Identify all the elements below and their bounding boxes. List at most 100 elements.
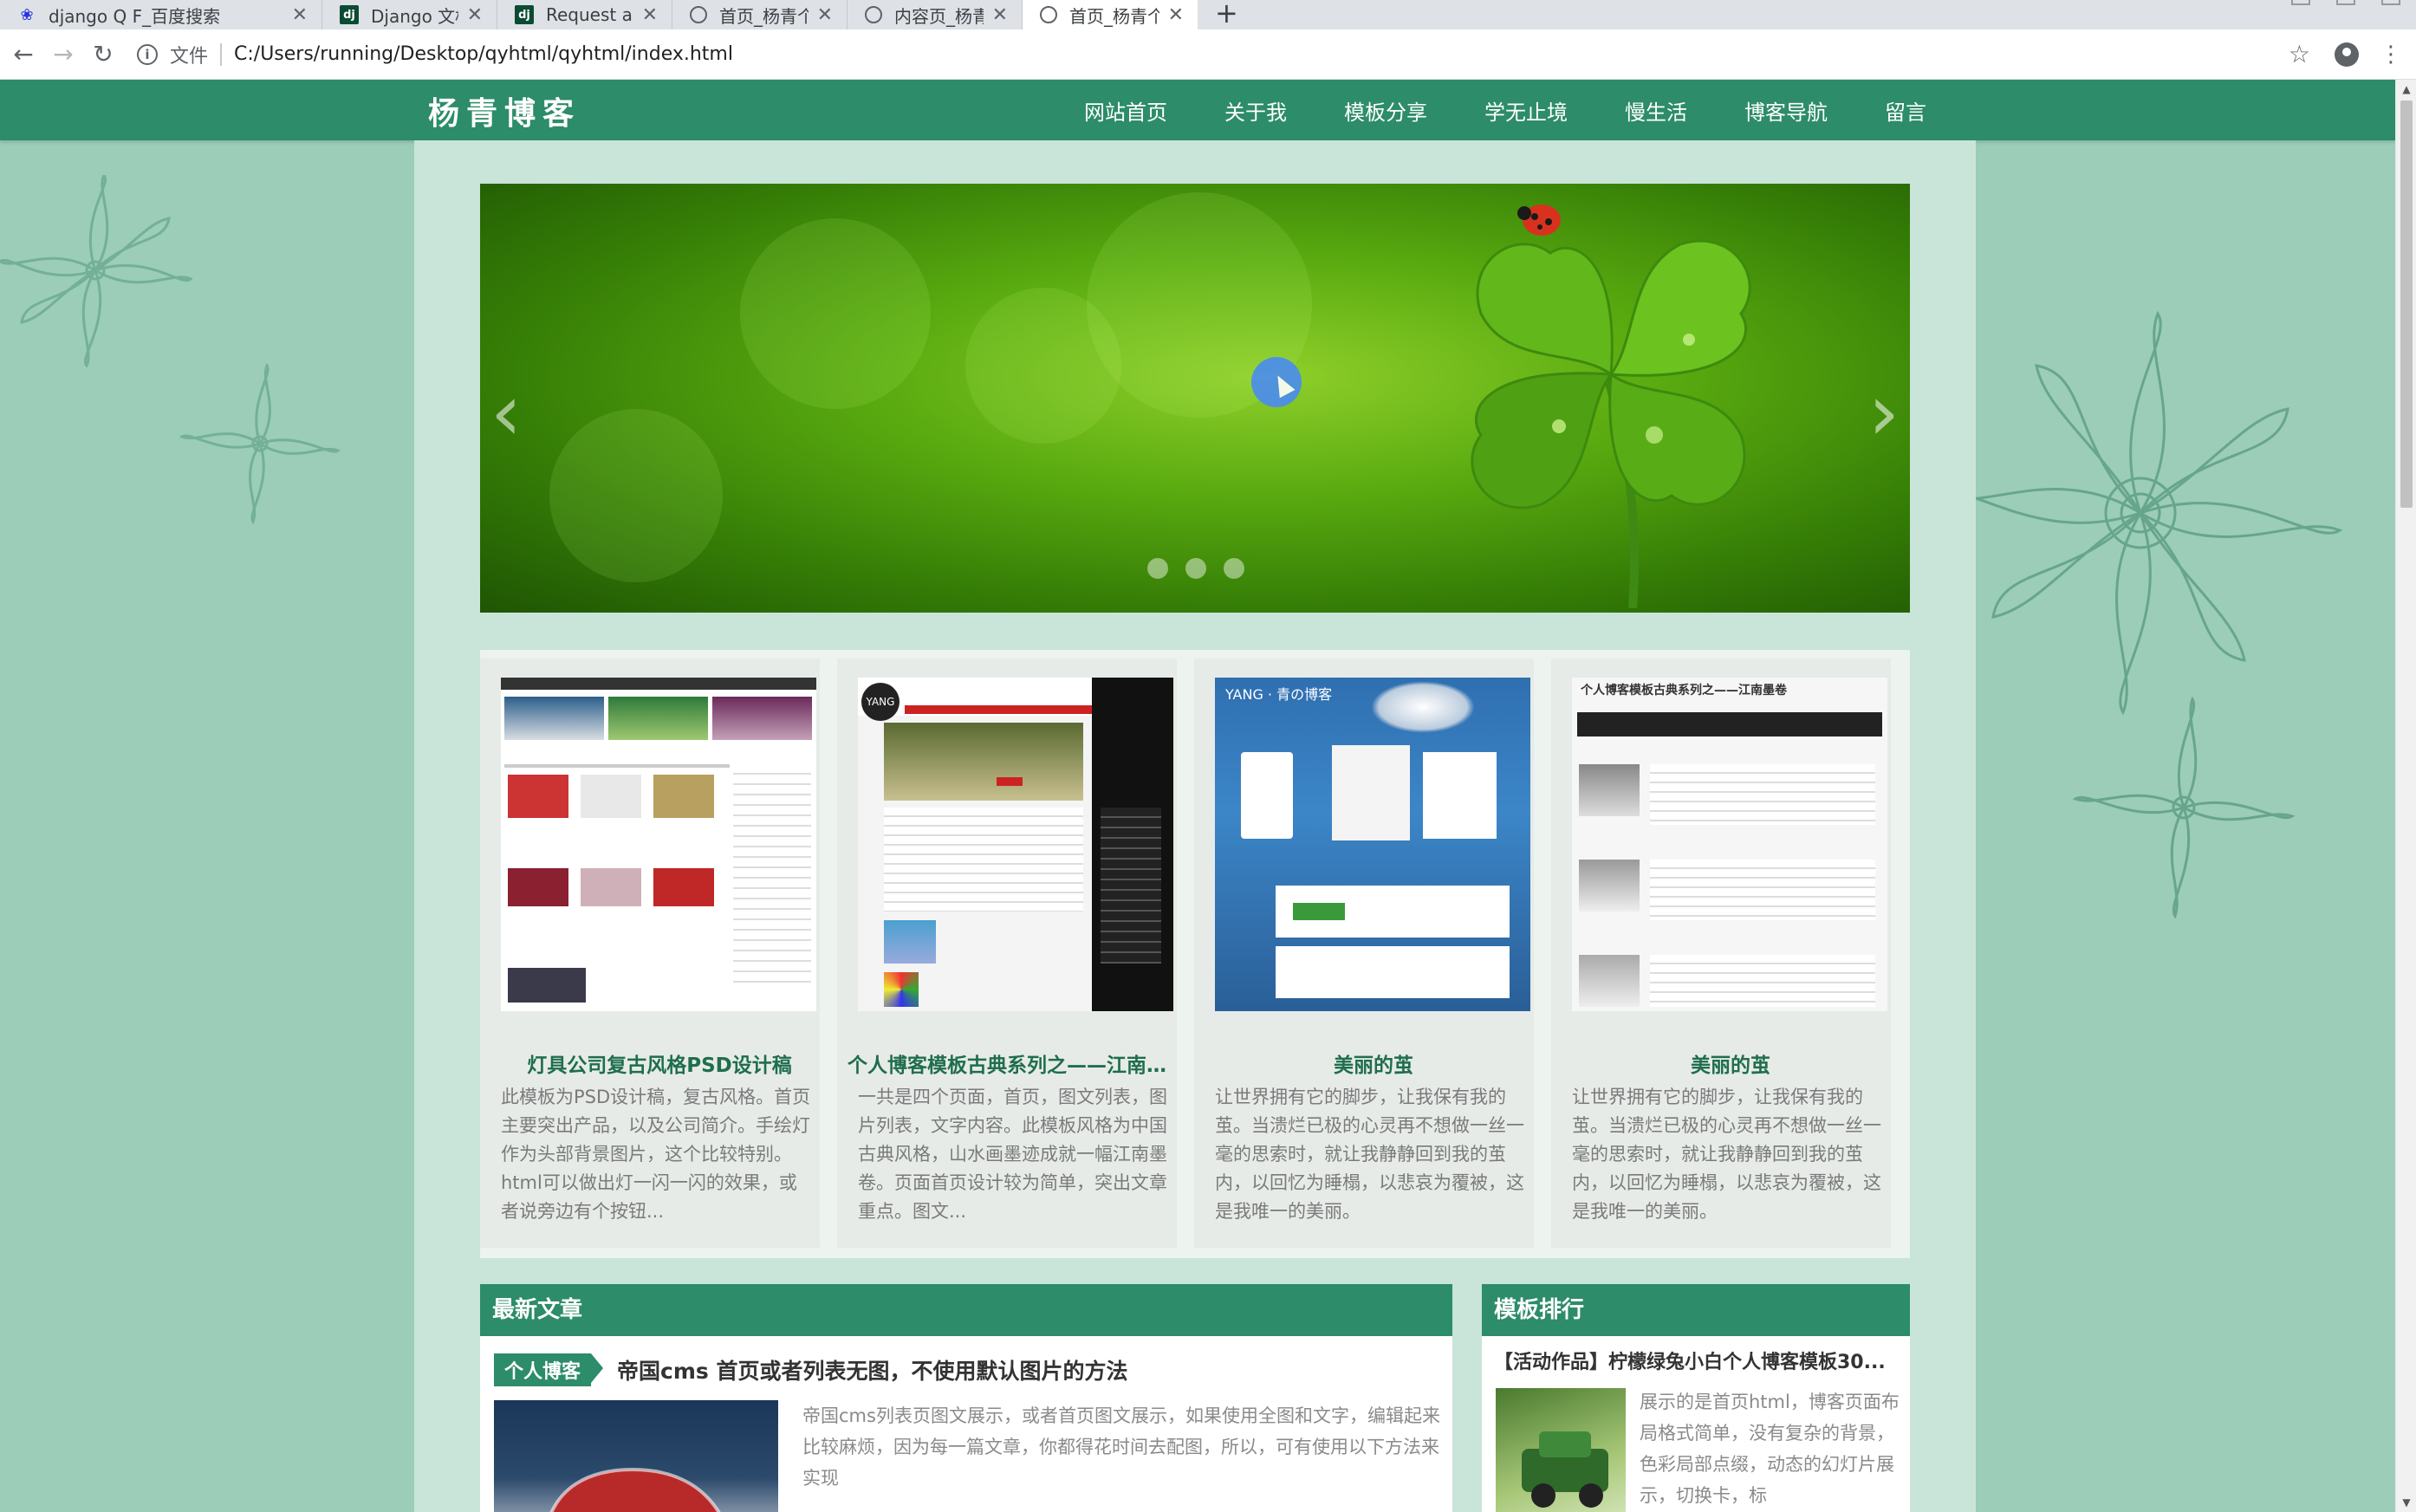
flower-decoration-icon xyxy=(179,362,341,525)
card-title[interactable]: 个人博客模板古典系列之——江南墨... xyxy=(848,1048,1185,1078)
ranking-top-title[interactable]: 【活动作品】柠檬绿兔小白个人博客模板30... xyxy=(1494,1347,1901,1374)
mock-sidebar xyxy=(733,764,811,990)
thumbnail-mockup xyxy=(501,678,816,1011)
reload-button[interactable]: ↻ xyxy=(87,38,120,71)
reload-icon: ↻ xyxy=(93,40,114,68)
nav-item-templates[interactable]: 模板分享 xyxy=(1315,95,1456,126)
template-thumbnail[interactable]: 个人博客模板古典系列之——江南墨卷 xyxy=(1572,678,1887,1011)
category-tag[interactable]: 个人博客 xyxy=(494,1353,604,1386)
site-header: 杨青博客 网站首页 关于我 模板分享 学无止境 慢生活 博客导航 留言 xyxy=(0,80,2395,140)
nav-item-messages[interactable]: 留言 xyxy=(1856,95,1955,126)
url-text[interactable]: C:/Users/running/Desktop/qyhtml/qyhtml/i… xyxy=(234,43,733,65)
scroll-down-icon[interactable]: ▼ xyxy=(2396,1496,2416,1509)
scrollbar-thumb[interactable] xyxy=(2400,101,2413,508)
back-button[interactable]: ← xyxy=(7,38,40,71)
nav-item-blog-nav[interactable]: 博客导航 xyxy=(1716,95,1856,126)
mock-image xyxy=(581,868,641,906)
main-nav: 网站首页 关于我 模板分享 学无止境 慢生活 博客导航 留言 xyxy=(1055,80,1955,140)
close-window-icon[interactable] xyxy=(2381,0,2400,5)
template-card[interactable]: 个人博客模板古典系列之——江南墨卷 美丽的茧 让世界拥有它的脚步，让我保有我的茧… xyxy=(1551,659,1891,1248)
tab-title: 首页_杨青个人博客 - 一个站在w xyxy=(719,5,809,27)
maximize-icon[interactable] xyxy=(2336,0,2355,5)
banner-slider[interactable]: ‹ › xyxy=(480,184,1910,613)
nav-item-about[interactable]: 关于我 xyxy=(1196,95,1315,126)
close-tab-icon[interactable]: ✕ xyxy=(642,4,658,26)
kebab-menu-icon[interactable]: ⋮ xyxy=(2380,43,2402,66)
close-tab-icon[interactable]: ✕ xyxy=(992,4,1008,26)
mock-image xyxy=(508,968,586,1003)
browser-tab[interactable]: 首页_杨青个人博客 - 一个站在w ✕ xyxy=(672,0,848,29)
close-tab-icon[interactable]: ✕ xyxy=(1168,4,1184,26)
slider-next-arrow[interactable]: › xyxy=(1868,374,1900,452)
address-bar[interactable]: i 文件 C:/Users/running/Desktop/qyhtml/qyh… xyxy=(137,36,2289,74)
nav-item-learning[interactable]: 学无止境 xyxy=(1456,95,1596,126)
mock-nav xyxy=(1577,712,1882,737)
globe-icon xyxy=(865,6,882,23)
close-tab-icon[interactable]: ✕ xyxy=(292,4,308,26)
django-icon: dj xyxy=(515,5,534,24)
browser-tab-active[interactable]: 首页_杨青个人博客 - 一个站在w ✕ xyxy=(1023,0,1198,29)
card-title[interactable]: 美丽的茧 xyxy=(1205,1048,1542,1078)
tab-title: django Q F_百度搜索 xyxy=(49,5,221,27)
mock-image xyxy=(653,868,714,906)
close-tab-icon[interactable]: ✕ xyxy=(467,4,483,26)
template-card[interactable]: YANG · 青の博客 美丽的茧 让世界拥有它的脚步，让我保有我的茧。当溃烂已极… xyxy=(1194,659,1534,1248)
slider-dots xyxy=(1147,558,1244,579)
mock-logo: YANG xyxy=(861,683,900,721)
toy-car-illustration xyxy=(1522,1431,1608,1508)
template-card[interactable]: 灯具公司复古风格PSD设计稿 此模板为PSD设计稿，复古风格。首页主要突出产品，… xyxy=(480,659,820,1248)
template-thumbnail[interactable] xyxy=(501,678,816,1011)
profile-avatar-icon[interactable] xyxy=(2335,42,2359,67)
mock-image xyxy=(508,868,568,906)
mock-text xyxy=(1650,860,1875,920)
bokeh-light xyxy=(740,218,931,409)
page-viewport: 杨青博客 网站首页 关于我 模板分享 学无止境 慢生活 博客导航 留言 ‹ › … xyxy=(0,80,2395,1512)
bookmark-star-icon[interactable]: ☆ xyxy=(2289,40,2310,68)
site-logo[interactable]: 杨青博客 xyxy=(428,88,581,133)
template-card[interactable]: YANG 个人博客模板古典系列之——江南墨... 一共是四个页面，首页，图文列表… xyxy=(837,659,1185,1248)
scroll-up-icon[interactable]: ▲ xyxy=(2396,83,2416,95)
mock-phone xyxy=(1241,752,1293,839)
mock-image xyxy=(653,775,714,818)
page-scrollbar[interactable]: ▲ ▼ xyxy=(2395,80,2416,1512)
ranking-thumbnail[interactable] xyxy=(1496,1388,1626,1512)
nav-item-slow-life[interactable]: 慢生活 xyxy=(1596,95,1716,126)
mock-image xyxy=(884,972,919,1007)
new-tab-button[interactable]: + xyxy=(1215,0,1238,29)
mock-image xyxy=(504,697,604,740)
mock-text xyxy=(1650,955,1875,1007)
template-thumbnail[interactable]: YANG xyxy=(858,678,1173,1011)
card-title[interactable]: 美丽的茧 xyxy=(1562,1048,1900,1078)
mock-image xyxy=(508,775,568,818)
slider-dot[interactable] xyxy=(1224,558,1244,579)
browser-tab[interactable]: dj Django 文档 | Django 文档 | Dj ✕ xyxy=(322,0,497,29)
article-description: 帝国cms列表页图文展示，或者首页图文展示，如果使用全图和文字，编辑起来比较麻烦… xyxy=(802,1405,1440,1489)
card-title[interactable]: 灯具公司复古风格PSD设计稿 xyxy=(490,1048,828,1078)
flower-decoration-icon xyxy=(2072,696,2296,919)
info-icon[interactable]: i xyxy=(137,43,158,65)
globe-icon xyxy=(690,6,707,23)
slider-prev-arrow[interactable]: ‹ xyxy=(490,374,522,452)
arrow-left-icon: ← xyxy=(13,40,34,68)
content-container: ‹ › 灯具公司复古风格PSD设计稿 此模板为PSD设计稿，复古风格。首页主要突… xyxy=(414,140,1976,1512)
mock-line xyxy=(504,764,730,768)
forward-button[interactable]: → xyxy=(47,38,80,71)
mock-nav xyxy=(501,678,816,690)
template-thumbnail[interactable]: YANG · 青の博客 xyxy=(1215,678,1530,1011)
mock-card xyxy=(1332,745,1410,840)
slider-dot[interactable] xyxy=(1147,558,1168,579)
close-tab-icon[interactable]: ✕ xyxy=(817,4,833,26)
browser-tab[interactable]: dj Request and response objects ✕ xyxy=(497,0,672,29)
minimize-icon[interactable] xyxy=(2291,0,2310,5)
article-title[interactable]: 帝国cms 首页或者列表无图，不使用默认图片的方法 xyxy=(617,1354,1127,1385)
article-thumbnail[interactable] xyxy=(494,1400,778,1512)
slider-dot[interactable] xyxy=(1185,558,1206,579)
latest-articles-section: 最新文章 个人博客 帝国cms 首页或者列表无图，不使用默认图片的方法 帝国cm… xyxy=(480,1284,1452,1512)
car-illustration xyxy=(549,1467,721,1512)
nav-item-home[interactable]: 网站首页 xyxy=(1055,95,1196,126)
tab-title: 首页_杨青个人博客 - 一个站在w xyxy=(1069,5,1159,27)
mouse-cursor-icon xyxy=(1251,357,1302,407)
browser-tab[interactable]: ❀ django Q F_百度搜索 ✕ xyxy=(0,0,322,29)
mock-card xyxy=(1423,752,1497,839)
browser-tab[interactable]: 内容页_杨青个人博客 - 一个站在 ✕ xyxy=(848,0,1023,29)
